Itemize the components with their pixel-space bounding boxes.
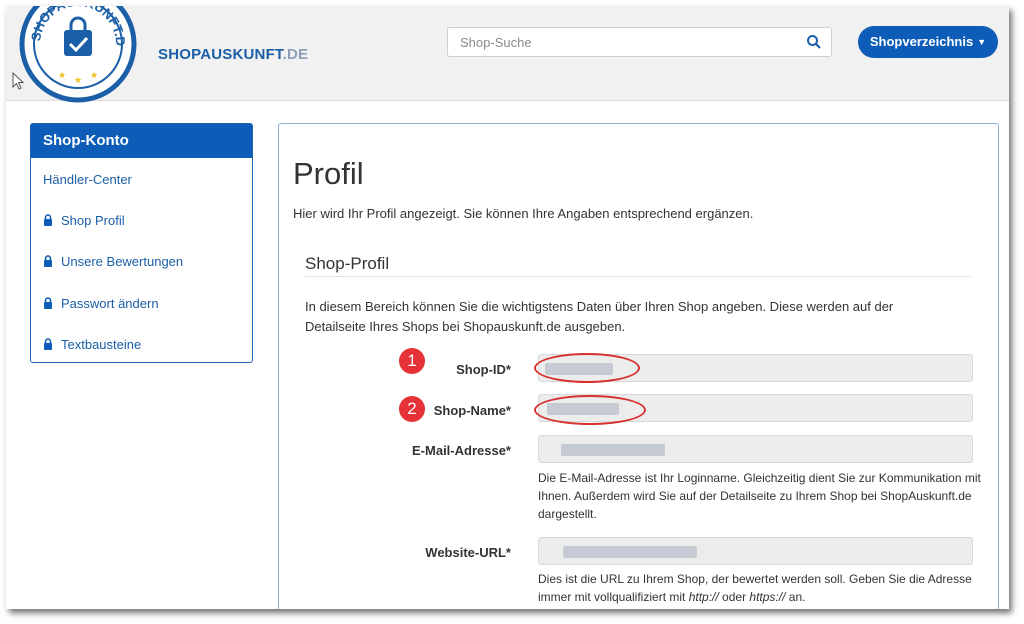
sidebar-item-label: Shop Profil bbox=[61, 213, 125, 228]
redacted-value bbox=[563, 546, 697, 558]
sidebar-item-textbausteine[interactable]: Textbausteine bbox=[43, 337, 141, 352]
sidebar-item-haendler-center[interactable]: Händler-Center bbox=[43, 172, 132, 187]
sidebar-item-label: Passwort ändern bbox=[61, 296, 159, 311]
page-title: Profil bbox=[293, 156, 364, 191]
sidebar-title: Shop-Konto bbox=[31, 124, 252, 158]
brand-tld: .DE bbox=[282, 46, 309, 63]
sidebar-item-shop-profil[interactable]: Shop Profil bbox=[43, 213, 125, 228]
website-help-or: oder bbox=[718, 590, 750, 604]
shop-directory-button[interactable]: Shopverzeichnis ▼ bbox=[858, 26, 998, 58]
caret-down-icon: ▼ bbox=[977, 37, 987, 47]
shop-directory-label: Shopverzeichnis bbox=[869, 34, 974, 49]
sidebar-item-label: Textbausteine bbox=[61, 337, 142, 352]
profile-panel: Profil Hier wird Ihr Profil angezeigt. S… bbox=[278, 123, 999, 609]
mouse-pointer-icon bbox=[12, 72, 24, 90]
brand-main: SHOPAUSKUNFT bbox=[158, 46, 283, 63]
website-label: Website-URL* bbox=[425, 545, 511, 560]
site-header: SHOPAUSKUNFT.DE ★ ★ ★ SHOPAUSKUNFT.DE bbox=[6, 6, 1009, 104]
browser-window: SHOPAUSKUNFT.DE ★ ★ ★ SHOPAUSKUNFT.DE bbox=[6, 6, 1009, 609]
website-help-http: http:// bbox=[688, 590, 719, 604]
sidebar-item-bewertungen[interactable]: Unsere Bewertungen bbox=[43, 254, 183, 269]
svg-text:★: ★ bbox=[58, 71, 66, 81]
sidebar-item-label: Unsere Bewertungen bbox=[61, 254, 184, 269]
sidebar-item-label: Händler-Center bbox=[43, 172, 132, 187]
section-title: Shop-Profil bbox=[305, 254, 390, 273]
shop-account-sidebar: Shop-Konto Händler-Center Shop Profil Un… bbox=[30, 123, 253, 363]
search-input[interactable] bbox=[448, 28, 812, 56]
website-help-https: https:// bbox=[749, 590, 786, 604]
website-help-text: Dies ist die URL zu Ihrem Shop, der bewe… bbox=[538, 570, 983, 606]
search-icon[interactable] bbox=[806, 34, 822, 50]
annotation-ellipse-2 bbox=[534, 395, 646, 425]
email-help-text: Die E-Mail-Adresse ist Ihr Loginname. Gl… bbox=[538, 471, 981, 521]
svg-text:★: ★ bbox=[90, 71, 98, 81]
redacted-value bbox=[561, 444, 665, 456]
shop-id-label: Shop-ID* bbox=[456, 362, 511, 377]
shop-name-label: Shop-Name* bbox=[433, 403, 511, 418]
svg-text:★: ★ bbox=[74, 76, 82, 86]
lock-icon bbox=[44, 297, 52, 309]
page-intro: Hier wird Ihr Profil angezeigt. Sie könn… bbox=[293, 206, 754, 221]
lock-icon bbox=[44, 338, 52, 350]
email-label: E-Mail-Adresse* bbox=[412, 443, 511, 458]
brand-name[interactable]: SHOPAUSKUNFT.DE bbox=[158, 46, 308, 63]
annotation-ellipse-1 bbox=[534, 353, 640, 383]
lock-icon bbox=[44, 255, 52, 267]
lock-icon bbox=[44, 214, 52, 226]
section-divider bbox=[305, 276, 971, 277]
website-url-field[interactable] bbox=[538, 537, 973, 565]
website-help-end: an. bbox=[785, 590, 806, 604]
shopauskunft-logo[interactable]: SHOPAUSKUNFT.DE ★ ★ ★ bbox=[18, 6, 138, 104]
section-description: In diesem Bereich können Sie die wichtig… bbox=[305, 299, 894, 334]
search-box bbox=[447, 27, 832, 57]
sidebar-item-passwort[interactable]: Passwort ändern bbox=[43, 296, 159, 311]
email-field[interactable] bbox=[538, 435, 973, 463]
